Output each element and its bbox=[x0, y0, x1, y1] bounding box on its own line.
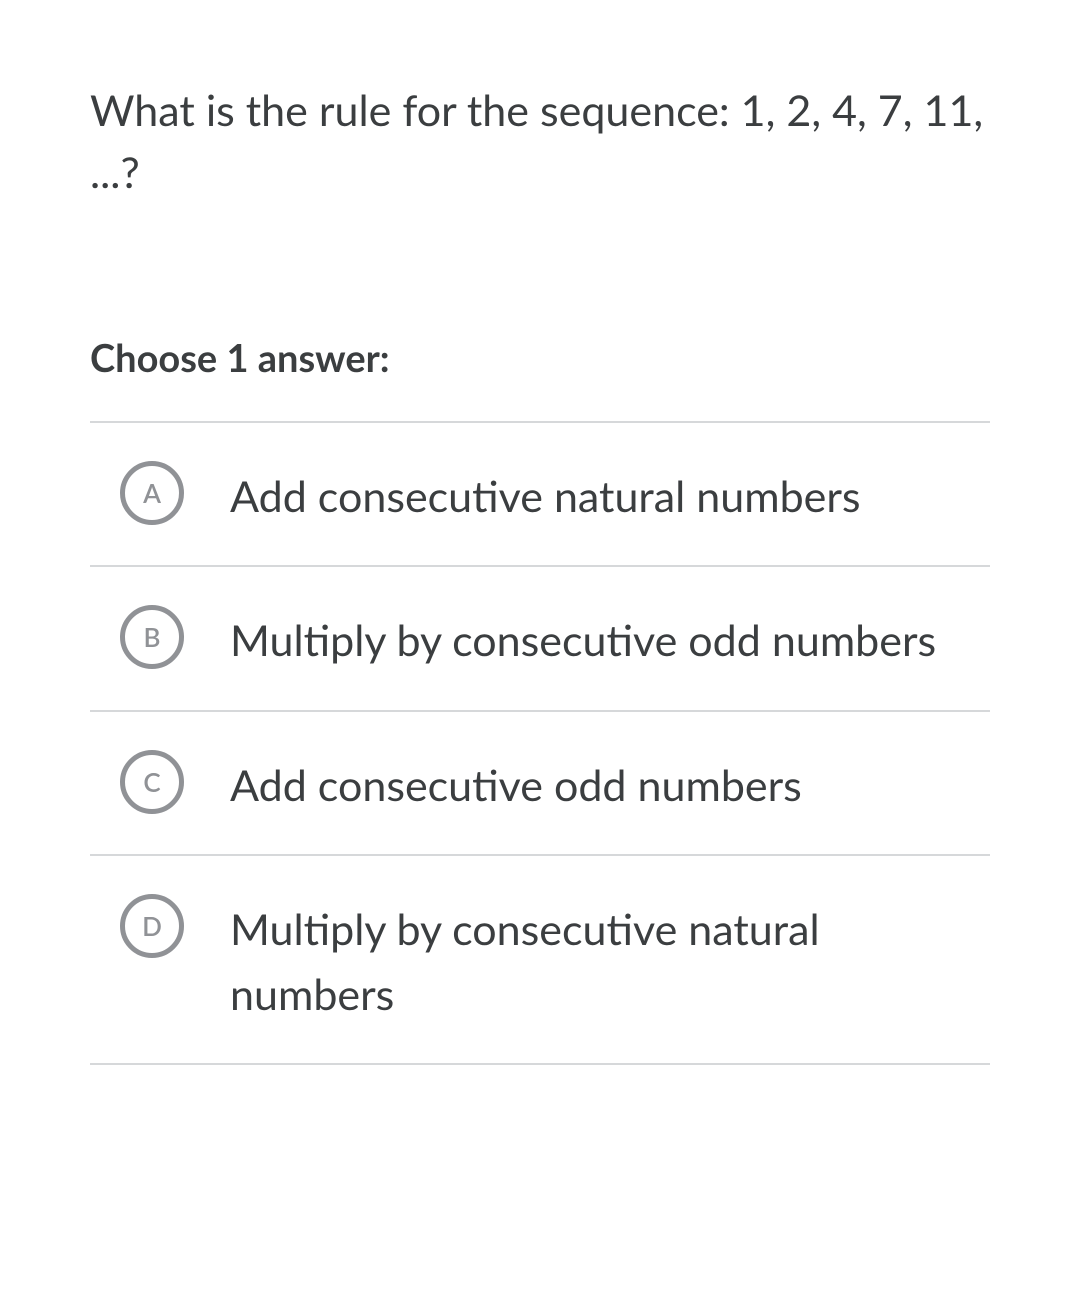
question-text: What is the rule for the sequence: 1, 2,… bbox=[90, 80, 990, 205]
option-letter: A bbox=[143, 477, 161, 509]
radio-icon: C bbox=[120, 750, 184, 814]
instruction-text: Choose 1 answer: bbox=[90, 335, 990, 381]
option-c[interactable]: C Add consecutive odd numbers bbox=[90, 712, 990, 857]
option-text: Multiply by consecutive natural numbers bbox=[230, 892, 960, 1027]
option-letter: D bbox=[142, 910, 162, 942]
option-letter: C bbox=[143, 766, 160, 798]
option-a[interactable]: A Add consecutive natural numbers bbox=[90, 423, 990, 568]
radio-icon: A bbox=[120, 461, 184, 525]
option-b[interactable]: B Multiply by consecutive odd numbers bbox=[90, 567, 990, 712]
options-list: A Add consecutive natural numbers B Mult… bbox=[90, 421, 990, 1066]
option-text: Add consecutive natural numbers bbox=[230, 459, 861, 530]
option-text: Multiply by consecutive odd numbers bbox=[230, 603, 936, 674]
radio-icon: D bbox=[120, 894, 184, 958]
option-d[interactable]: D Multiply by consecutive natural number… bbox=[90, 856, 990, 1065]
radio-icon: B bbox=[120, 605, 184, 669]
option-letter: B bbox=[144, 621, 161, 653]
option-text: Add consecutive odd numbers bbox=[230, 748, 802, 819]
